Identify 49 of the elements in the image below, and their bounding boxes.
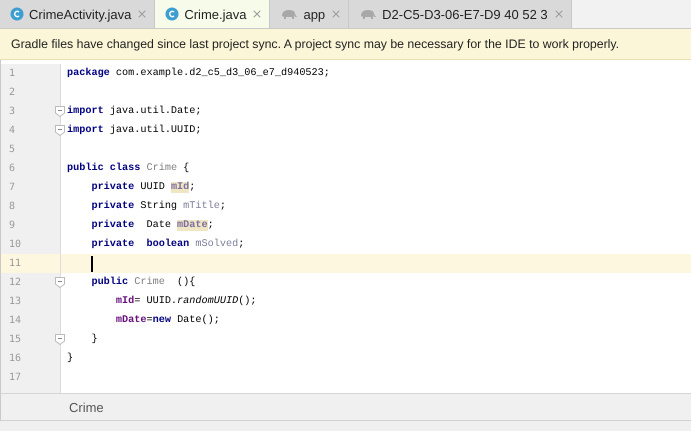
fold-icon[interactable]: [55, 106, 65, 117]
line-number: 9: [9, 220, 16, 231]
code-line: private UUID mId;: [90, 182, 196, 193]
line-number: 15: [9, 334, 22, 345]
close-icon[interactable]: [552, 8, 565, 20]
code-line: private boolean mSolved;: [90, 239, 244, 250]
line-number: 8: [9, 201, 16, 212]
code-line: mDate=new Date();: [114, 315, 220, 326]
line-number: 7: [9, 182, 16, 193]
editor-tab[interactable]: CrimeActivity.java: [0, 0, 156, 28]
close-icon[interactable]: [251, 8, 264, 20]
code-line: }: [90, 334, 98, 345]
class-icon: [10, 7, 24, 21]
editor-tab[interactable]: D2-C5-D3-06-E7-D9 40 52 3: [349, 0, 572, 28]
breadcrumb-item[interactable]: Crime: [69, 400, 104, 414]
line-number: 17: [9, 372, 22, 383]
code-line: mId= UUID.randomUUID();: [114, 296, 257, 307]
line-number: 14: [9, 315, 22, 326]
code-line: private String mTitle;: [90, 201, 226, 212]
line-number: 6: [9, 163, 16, 174]
line-number: 3: [9, 106, 16, 117]
line-number: 12: [9, 277, 22, 288]
line-number: 4: [9, 125, 16, 136]
line-number: 5: [9, 144, 16, 155]
class-icon: [165, 7, 180, 21]
code-line: import java.util.UUID;: [67, 125, 202, 136]
elephant-icon: [280, 8, 298, 20]
fold-icon[interactable]: [55, 125, 65, 136]
line-number: 1: [9, 68, 16, 79]
close-icon[interactable]: [136, 8, 148, 20]
close-icon[interactable]: [330, 8, 342, 20]
elephant-icon: [359, 8, 378, 20]
fold-icon[interactable]: [55, 334, 65, 345]
notification-text: Gradle files have changed since last project sync. A project sync may be necessary for the IDE to work properly.: [11, 37, 620, 51]
code-line: import java.util.Date;: [67, 106, 202, 117]
editor-tab[interactable]: app: [270, 0, 350, 28]
fold-icon[interactable]: [55, 277, 65, 288]
text-cursor: [91, 256, 93, 272]
line-number: 2: [9, 87, 16, 98]
code-line: package com.example.d2_c5_d3_06_e7_d940523;: [67, 68, 330, 79]
editor-tab[interactable]: Crime.java: [155, 0, 270, 28]
line-number: 16: [9, 353, 22, 364]
code-line: }: [67, 353, 74, 364]
code-line: private Date mDate;: [90, 220, 214, 231]
line-number: 10: [9, 239, 22, 250]
line-number: 11: [9, 258, 22, 269]
line-number: 13: [9, 296, 22, 307]
code-line: public Crime (){: [90, 277, 196, 288]
code-line: public class Crime {: [67, 163, 190, 174]
